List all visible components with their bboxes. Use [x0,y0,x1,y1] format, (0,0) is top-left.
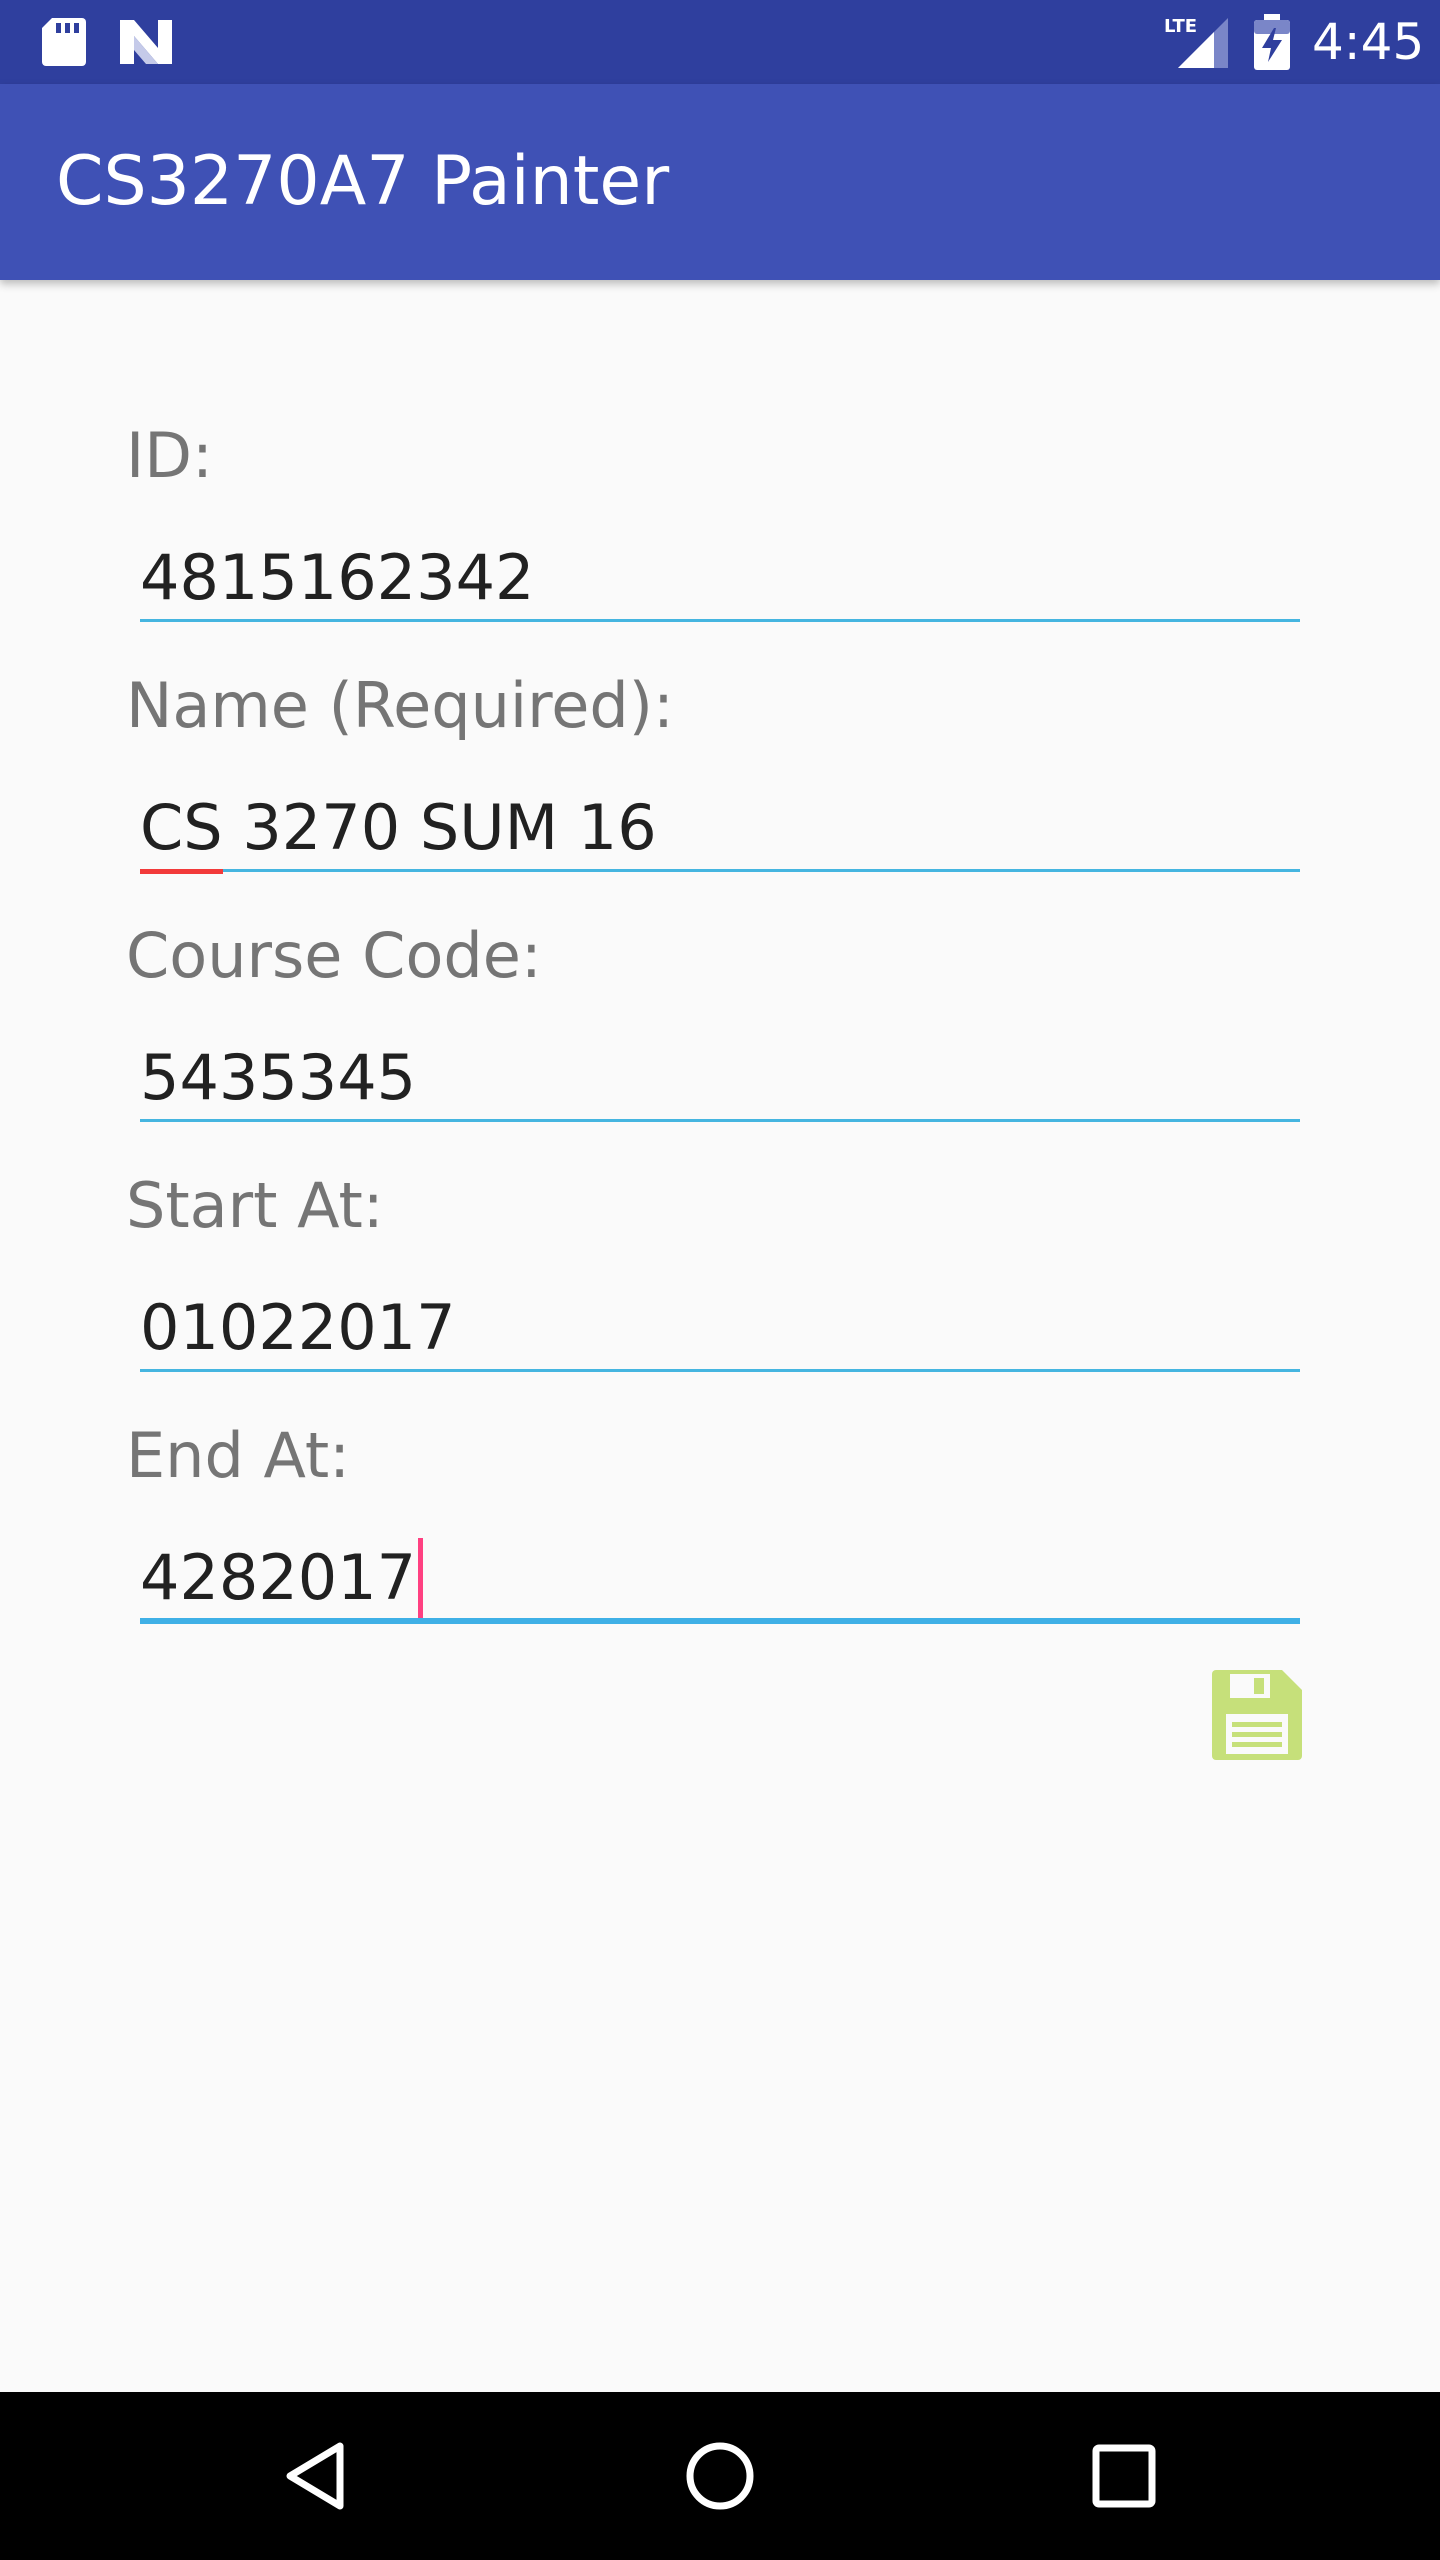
n-logo-icon [118,18,174,70]
battery-charging-icon [1254,14,1290,74]
name-input-rest: 3270 SUM 16 [222,791,657,864]
back-icon [286,2442,344,2510]
save-button[interactable] [1212,1670,1302,1760]
recents-button[interactable] [1024,2392,1224,2560]
name-label: Name (Required): [126,669,674,742]
lte-signal-icon: LTE [1164,14,1228,74]
end-at-value: 4282017 [140,1541,417,1614]
start-at-input[interactable]: 01022017 [140,1284,1300,1372]
end-at-label: End At: [126,1419,351,1492]
course-code-input[interactable]: 5435345 [140,1034,1300,1122]
id-label: ID: [126,419,213,492]
id-input[interactable]: 4815162342 [140,534,1300,622]
sd-card-icon [42,18,86,70]
status-clock: 4:45 [1312,13,1425,71]
app-title: CS3270A7 Painter [56,142,670,221]
course-code-label: Course Code: [126,919,542,992]
start-at-label: Start At: [126,1169,384,1242]
save-floppy-icon [1212,1670,1302,1760]
name-input[interactable]: CS 3270 SUM 16 [140,784,1300,874]
back-button[interactable] [216,2392,416,2560]
text-cursor [418,1537,424,1618]
navigation-bar [0,2392,1440,2560]
spellcheck-word: CS [140,784,223,874]
recents-icon [1092,2444,1156,2508]
svg-text:LTE: LTE [1164,16,1197,37]
end-at-input[interactable]: 4282017 [140,1534,1300,1624]
home-button[interactable] [620,2392,820,2560]
app-bar: CS3270A7 Painter [0,84,1440,280]
home-icon [686,2442,754,2510]
status-bar: LTE 4:45 [0,0,1440,84]
